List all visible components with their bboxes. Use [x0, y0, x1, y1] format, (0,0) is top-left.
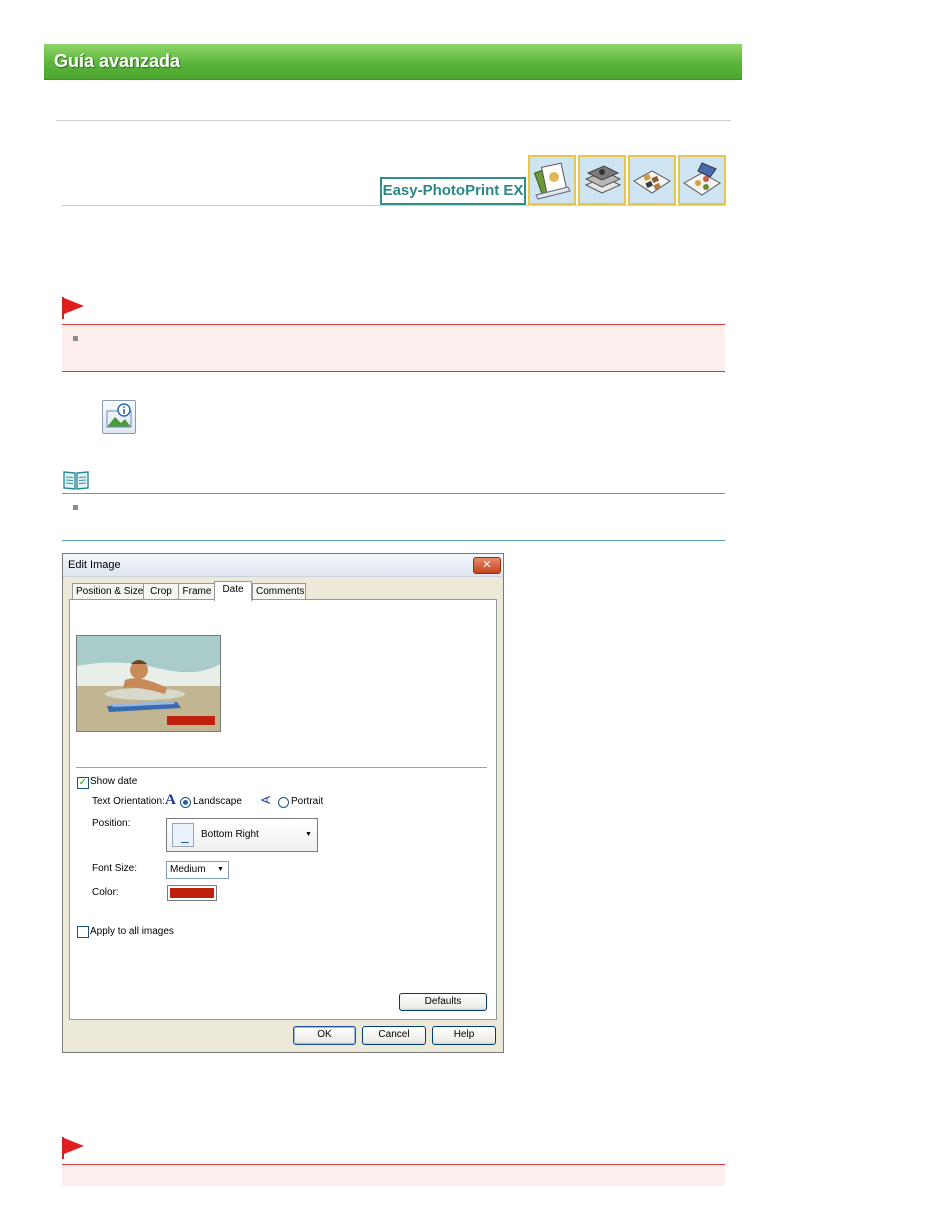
dialog-titlebar: Edit Image ✕	[63, 554, 503, 577]
guide-title: Guía avanzada	[54, 51, 181, 71]
divider	[76, 767, 487, 769]
tab-date[interactable]: Date	[214, 581, 252, 601]
portrait-glyph-icon: A	[259, 795, 274, 805]
show-date-checkbox[interactable]: ✓	[77, 777, 89, 789]
font-size-value: Medium	[170, 864, 206, 875]
landscape-label: Landscape	[193, 796, 242, 807]
chevron-down-icon: ▼	[305, 831, 312, 838]
landscape-radio[interactable]	[180, 797, 191, 808]
guide-header-banner: Guía avanzada	[44, 44, 742, 80]
important-box	[62, 1164, 725, 1186]
tab-crop[interactable]: Crop	[143, 583, 179, 600]
close-button[interactable]: ✕	[473, 557, 501, 574]
portrait-radio[interactable]	[278, 797, 289, 808]
tab-bar: Position & Size Crop Frame Date Comments	[72, 581, 372, 601]
defaults-button[interactable]: Defaults	[399, 993, 487, 1011]
layout-sheets-icon[interactable]	[628, 155, 676, 205]
tab-comments[interactable]: Comments	[252, 583, 306, 600]
important-flag-icon	[62, 297, 86, 319]
album-book-icon[interactable]	[528, 155, 576, 205]
position-value: Bottom Right	[201, 829, 259, 840]
divider	[62, 205, 725, 206]
photo-stack-icon[interactable]	[578, 155, 626, 205]
help-button[interactable]: Help	[432, 1026, 496, 1045]
color-swatch	[170, 888, 214, 898]
note-divider	[62, 540, 725, 541]
note-book-icon	[63, 470, 89, 490]
show-date-label: Show date	[90, 776, 138, 787]
tab-position-size[interactable]: Position & Size	[72, 583, 144, 600]
portrait-label: Portrait	[291, 796, 324, 807]
apply-all-label: Apply to all images	[90, 926, 174, 937]
dialog-title: Edit Image	[68, 559, 121, 571]
position-dropdown[interactable]: Bottom Right ▼	[166, 818, 318, 852]
font-size-label: Font Size:	[92, 863, 138, 874]
ok-button[interactable]: OK	[293, 1026, 356, 1045]
product-badge: Easy-PhotoPrint EX	[380, 177, 526, 205]
position-label: Position:	[92, 818, 131, 829]
landscape-glyph-icon: A	[165, 792, 176, 808]
note-divider	[62, 493, 725, 494]
photo-info-icon[interactable]	[102, 400, 136, 434]
bullet-icon	[73, 505, 78, 510]
image-preview	[76, 635, 221, 732]
tab-frame[interactable]: Frame	[178, 583, 216, 600]
color-picker-button[interactable]	[167, 885, 217, 901]
edit-image-dialog: Edit Image ✕ Position & Size Crop Frame …	[62, 553, 504, 1053]
font-size-dropdown[interactable]: Medium ▼	[166, 861, 229, 879]
important-box	[62, 324, 725, 372]
cancel-button[interactable]: Cancel	[362, 1026, 426, 1045]
position-swatch-icon	[172, 823, 194, 847]
color-label: Color:	[92, 887, 119, 898]
date-stamp-preview	[167, 716, 215, 725]
important-flag-icon	[62, 1137, 86, 1159]
chevron-down-icon: ▼	[217, 866, 224, 873]
text-orientation-label: Text Orientation:	[92, 796, 165, 807]
stickers-sheet-icon[interactable]	[678, 155, 726, 205]
divider	[56, 120, 731, 121]
apply-all-checkbox[interactable]	[77, 926, 89, 938]
position-marker	[181, 842, 189, 843]
bullet-icon	[73, 336, 78, 341]
date-tab-panel: ✓ Show date Text Orientation: A Landscap…	[69, 599, 497, 1020]
